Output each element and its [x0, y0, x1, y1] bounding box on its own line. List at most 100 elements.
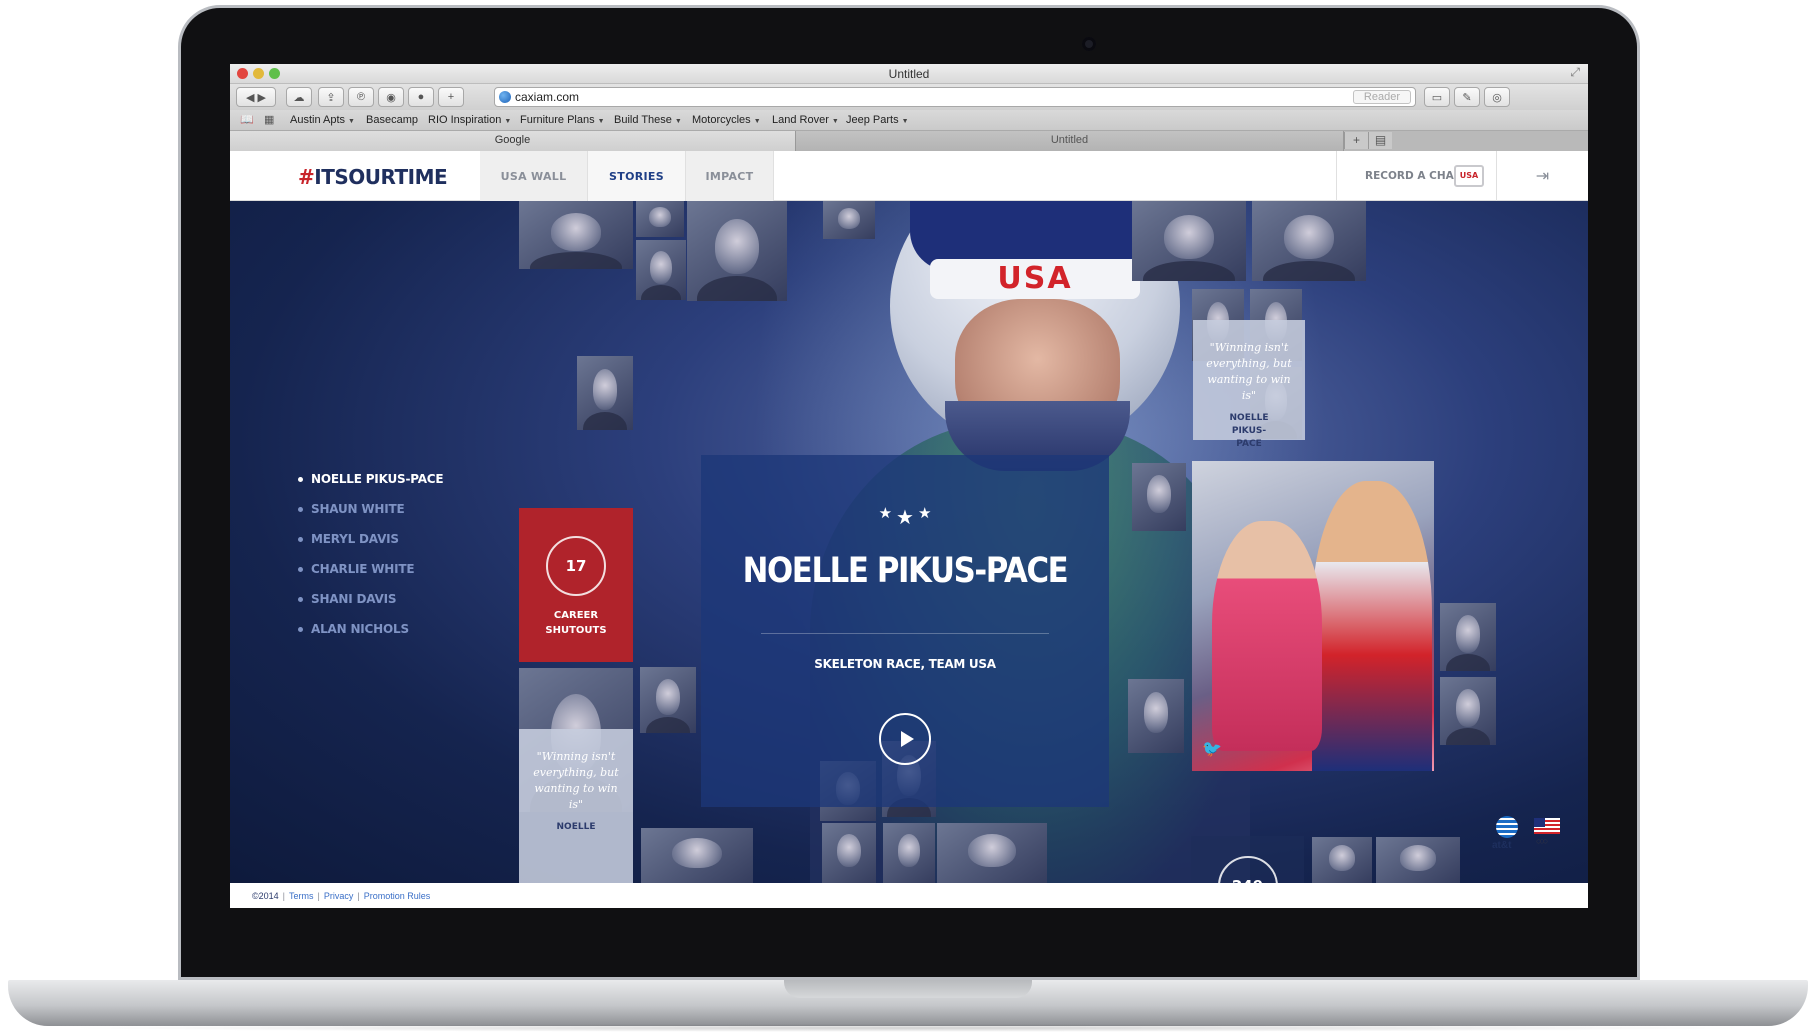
fan-face — [715, 219, 759, 274]
fan-face — [837, 833, 861, 867]
record-chant-button[interactable]: RECORD A CHANT USA — [1336, 151, 1496, 201]
tab-google[interactable]: Google — [230, 131, 796, 151]
bookmark-jeep-parts[interactable]: Jeep Parts ▼ — [846, 114, 909, 126]
bookmark-land-rover[interactable]: Land Rover ▼ — [772, 114, 839, 126]
fan-photo[interactable] — [1128, 679, 1184, 753]
bookmark-basecamp[interactable]: Basecamp — [366, 114, 418, 126]
fan-photo[interactable] — [1132, 463, 1186, 531]
bookmarks-book-icon[interactable]: 📖 — [240, 113, 254, 126]
add-tab-icon[interactable]: + — [438, 87, 464, 107]
quote-tile[interactable]: "Winning isn't everything, but wanting t… — [519, 729, 633, 883]
site-header: #ITSOURTIME USA WALL STORIES IMPACT RECO… — [230, 151, 1588, 201]
twitter-icon[interactable]: 🐦 — [1202, 739, 1222, 759]
photo-figure — [1312, 481, 1432, 771]
fan-face — [650, 250, 672, 284]
privacy-link[interactable]: Privacy — [324, 891, 354, 901]
fan-face — [1283, 215, 1335, 260]
fan-face — [672, 837, 722, 869]
helmet-usa-text: USA — [930, 259, 1140, 299]
sign-out-icon[interactable]: ⇥ — [1496, 151, 1588, 201]
fan-shoulders — [645, 716, 691, 733]
play-video-button[interactable] — [879, 713, 931, 765]
tab-overview-icon[interactable]: ▤ — [1368, 132, 1392, 149]
icloud-icon[interactable]: ☁ — [286, 87, 312, 107]
nav-usa-wall[interactable]: USA WALL — [480, 151, 588, 201]
nav-stories[interactable]: STORIES — [588, 151, 686, 201]
download-icon[interactable]: ◎ — [1484, 87, 1510, 107]
story-item-meryl-davis[interactable]: MERYL DAVIS — [298, 524, 443, 554]
tab-untitled[interactable]: Untitled — [796, 131, 1344, 151]
fullscreen-icon[interactable]: ⤢ — [1570, 65, 1580, 80]
fan-shoulders — [1445, 728, 1491, 745]
fan-photo[interactable] — [636, 240, 686, 300]
story-item-charlie-white[interactable]: CHARLIE WHITE — [298, 554, 443, 584]
chevron-down-icon: ▼ — [753, 118, 761, 125]
terms-link[interactable]: Terms — [289, 891, 314, 901]
nav-label: IMPACT — [705, 169, 754, 183]
extension-2-icon[interactable]: ● — [408, 87, 434, 107]
fan-photo[interactable] — [937, 823, 1047, 883]
athlete-family-photo[interactable]: 🐦 — [1192, 461, 1434, 771]
pinterest-icon[interactable]: ℗ — [348, 87, 374, 107]
bookmark-furniture-plans[interactable]: Furniture Plans ▼ — [520, 114, 605, 126]
fan-face — [1399, 845, 1437, 871]
back-forward-buttons[interactable]: ◀ ▶ — [236, 87, 276, 107]
fan-photo[interactable] — [822, 823, 876, 883]
count-stat[interactable]: 249 — [1191, 836, 1304, 883]
address-bar[interactable]: caxiam.com Reader — [494, 87, 1416, 107]
fan-photo[interactable] — [1132, 201, 1246, 281]
new-tab-icon[interactable]: + — [1344, 132, 1368, 149]
top-sites-grid-icon[interactable]: ▦ — [264, 113, 274, 126]
story-name: CHARLIE WHITE — [311, 562, 415, 576]
att-logo-text: at&t — [1492, 840, 1512, 851]
fan-face — [967, 833, 1017, 867]
fan-photo[interactable] — [1440, 677, 1496, 745]
chevron-down-icon: ▼ — [674, 118, 682, 125]
bookmark-rio-inspiration[interactable]: RIO Inspiration ▼ — [428, 114, 511, 126]
share-icon[interactable]: ⇪ — [318, 87, 344, 107]
story-name: SHAUN WHITE — [311, 502, 405, 516]
fan-photo[interactable] — [1252, 201, 1366, 281]
story-item-alan-nichols[interactable]: ALAN NICHOLS — [298, 614, 443, 644]
chevron-down-icon: ▼ — [831, 118, 839, 125]
nav-label: USA WALL — [500, 169, 567, 183]
fan-photo[interactable] — [519, 201, 633, 269]
fan-face — [655, 678, 681, 716]
edit-icon[interactable]: ✎ — [1454, 87, 1480, 107]
stat-value-ring: 249 — [1217, 855, 1278, 883]
fan-photo[interactable] — [1376, 837, 1460, 883]
fan-photo[interactable] — [687, 201, 787, 301]
fan-photo[interactable] — [883, 823, 935, 883]
story-item-shaun-white[interactable]: SHAUN WHITE — [298, 494, 443, 524]
fan-shoulders — [530, 252, 622, 269]
fan-photo[interactable] — [823, 201, 875, 239]
extension-icon[interactable]: ◉ — [378, 87, 404, 107]
fan-photo[interactable] — [640, 667, 696, 733]
fan-photo[interactable] — [636, 201, 684, 237]
promotion-rules-link[interactable]: Promotion Rules — [364, 891, 431, 901]
feature-card: ★ ★ ★ NOELLE PIKUS-PACE SKELETON RACE, TEA… — [701, 455, 1109, 807]
fan-photo[interactable] — [641, 828, 753, 883]
story-item-shani-davis[interactable]: SHANI DAVIS — [298, 584, 443, 614]
reader-button[interactable]: Reader — [1352, 90, 1411, 104]
print-icon[interactable]: ▭ — [1424, 87, 1450, 107]
bookmark-motorcycles[interactable]: Motorcycles ▼ — [692, 114, 761, 126]
fan-shoulders — [1263, 261, 1355, 281]
site-logo[interactable]: #ITSOURTIME — [298, 165, 448, 189]
nav-impact[interactable]: IMPACT — [686, 151, 774, 201]
site-footer: ©2014 | Terms | Privacy | Promotion Rule… — [230, 883, 1588, 908]
bookmark-build-these[interactable]: Build These ▼ — [614, 114, 682, 126]
fan-photo[interactable] — [1440, 603, 1496, 671]
chevron-down-icon: ▼ — [504, 118, 512, 125]
logo-text: ITSOURTIME — [314, 165, 448, 189]
quote-text: "Winning isn't everything, but wanting t… — [533, 750, 619, 811]
bookmark-label: Motorcycles — [692, 114, 751, 126]
fan-photo[interactable] — [577, 356, 633, 430]
career-shutouts-stat[interactable]: 17 CAREER SHUTOUTS — [519, 508, 633, 662]
quote-tile[interactable]: "Winning isn't everything, but wanting t… — [1193, 320, 1305, 449]
bookmark-austin-apts[interactable]: Austin Apts ▼ — [290, 114, 355, 126]
bookmark-label: Furniture Plans — [520, 114, 595, 126]
fan-shoulders — [641, 285, 681, 300]
fan-photo[interactable] — [1312, 837, 1372, 883]
story-item-noelle-pikus-pace[interactable]: NOELLE PIKUS-PACE — [298, 464, 444, 494]
